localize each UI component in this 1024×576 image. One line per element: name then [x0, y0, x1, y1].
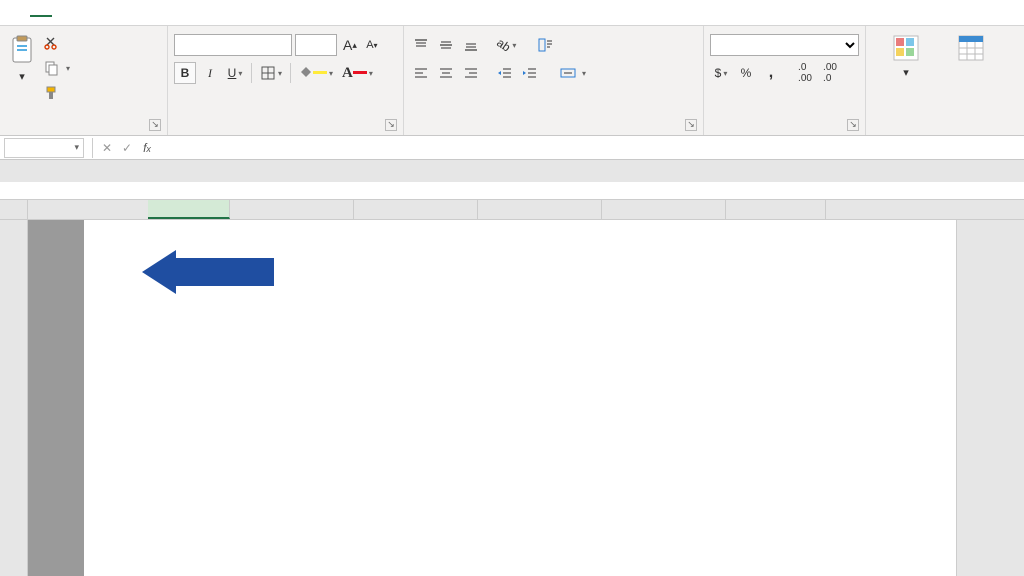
underline-button[interactable]: U▾ — [224, 62, 246, 84]
decrease-decimal-button[interactable]: .00.0 — [819, 62, 841, 84]
copy-button[interactable]: ▾ — [41, 57, 151, 79]
column-header-a[interactable] — [148, 200, 230, 219]
decrease-font-button[interactable]: A▾ — [363, 36, 381, 54]
font-name-select[interactable] — [174, 34, 292, 56]
align-right-button[interactable] — [460, 62, 482, 84]
tab-view[interactable] — [162, 9, 184, 17]
fx-button[interactable]: fx — [137, 141, 157, 155]
tab-review[interactable] — [140, 9, 162, 17]
dialog-launcher-icon[interactable]: ↘ — [149, 119, 161, 131]
column-header-f[interactable] — [726, 200, 826, 219]
percent-format-button[interactable]: % — [735, 62, 757, 84]
chevron-down-icon: ▾ — [66, 64, 70, 73]
tab-page-layout[interactable] — [74, 9, 96, 17]
tab-developer[interactable] — [184, 9, 206, 17]
dialog-launcher-icon[interactable]: ↘ — [847, 119, 859, 131]
chevron-down-icon: ▾ — [19, 70, 25, 83]
select-all-corner[interactable] — [0, 200, 28, 219]
decrease-indent-button[interactable] — [494, 62, 516, 84]
comma-format-button[interactable]: , — [760, 62, 782, 84]
enter-formula-button[interactable]: ✓ — [117, 141, 137, 155]
bold-button[interactable]: B — [174, 62, 196, 84]
tab-home[interactable] — [30, 9, 52, 17]
fill-color-button[interactable]: ▾ — [296, 62, 336, 84]
align-center-button[interactable] — [435, 62, 457, 84]
increase-indent-button[interactable] — [519, 62, 541, 84]
horizontal-ruler — [0, 182, 1024, 200]
increase-decimal-button[interactable]: .0.00 — [794, 62, 816, 84]
number-format-select[interactable] — [710, 34, 859, 56]
column-header-e[interactable] — [602, 200, 726, 219]
column-header-c[interactable] — [354, 200, 478, 219]
paste-button[interactable]: ▾ — [6, 30, 38, 102]
dialog-launcher-icon[interactable]: ↘ — [385, 119, 397, 131]
merge-center-button[interactable]: ▾ — [557, 62, 685, 84]
wrap-text-button[interactable] — [535, 34, 635, 56]
orientation-button[interactable]: ab▾ — [494, 34, 519, 56]
tab-data[interactable] — [118, 9, 140, 17]
tab-insert[interactable] — [52, 9, 74, 17]
align-bottom-button[interactable] — [460, 34, 482, 56]
formula-bar: ▾ ✕ ✓ fx — [0, 136, 1024, 160]
menu-bar — [0, 0, 1024, 26]
tab-power-pivot[interactable] — [228, 9, 250, 17]
formula-input[interactable] — [157, 138, 1024, 158]
tab-formulas[interactable] — [96, 9, 118, 17]
accounting-format-button[interactable]: $▾ — [710, 62, 732, 84]
cancel-formula-button[interactable]: ✕ — [97, 141, 117, 155]
ribbon: ▾ ▾ — [0, 26, 1024, 136]
name-box[interactable]: ▾ — [4, 138, 84, 158]
align-left-button[interactable] — [410, 62, 432, 84]
conditional-formatting-button[interactable]: ▾ — [872, 30, 940, 114]
font-color-button[interactable]: A▾ — [339, 62, 376, 84]
borders-button[interactable]: ▾ — [257, 62, 285, 84]
align-middle-button[interactable] — [435, 34, 457, 56]
column-header-b[interactable] — [230, 200, 354, 219]
font-size-select[interactable] — [295, 34, 337, 56]
tab-help[interactable] — [206, 9, 228, 17]
format-as-table-button[interactable] — [943, 30, 999, 114]
cut-button[interactable] — [41, 32, 151, 54]
column-header-d[interactable] — [478, 200, 602, 219]
tab-file[interactable] — [8, 9, 30, 17]
dialog-launcher-icon[interactable]: ↘ — [685, 119, 697, 131]
chevron-down-icon[interactable]: ▾ — [74, 142, 79, 153]
increase-font-button[interactable]: A▴ — [340, 36, 360, 54]
align-top-button[interactable] — [410, 34, 432, 56]
format-painter-button[interactable] — [41, 82, 161, 104]
italic-button[interactable]: I — [199, 62, 221, 84]
